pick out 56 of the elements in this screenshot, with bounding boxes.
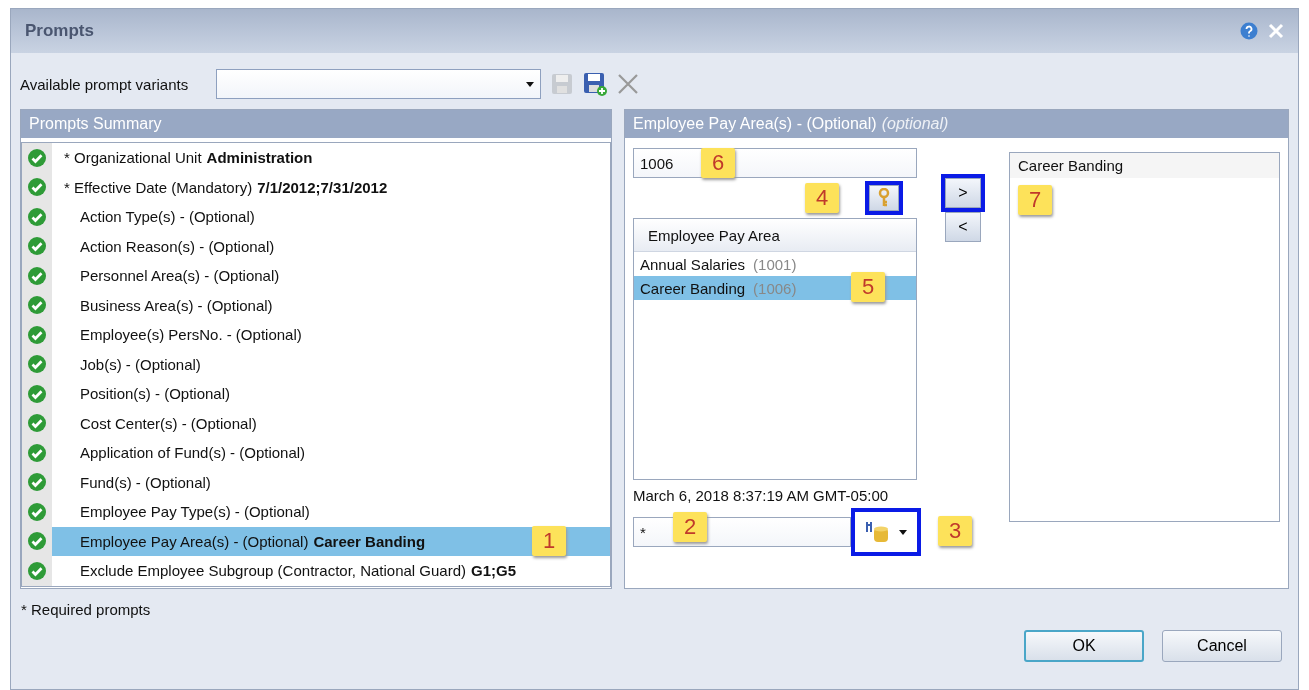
prompt-row[interactable]: Employee Pay Type(s) - (Optional) bbox=[52, 497, 610, 527]
callout-badge: 6 bbox=[701, 148, 735, 178]
prompt-row[interactable]: * Effective Date (Mandatory) 7/1/2012;7/31/2012 bbox=[52, 172, 610, 202]
prompt-row[interactable]: Position(s) - (Optional) bbox=[52, 379, 610, 409]
prompt-row[interactable]: Personnel Area(s) - (Optional) bbox=[52, 261, 610, 291]
prompt-row[interactable]: Business Area(s) - (Optional) bbox=[52, 290, 610, 320]
help-icon[interactable] bbox=[1240, 22, 1258, 40]
prompt-row[interactable]: Action Reason(s) - (Optional) bbox=[52, 231, 610, 261]
callout-badge: 1 bbox=[532, 525, 566, 556]
check-icon bbox=[28, 532, 46, 551]
delete-icon[interactable] bbox=[617, 73, 640, 95]
check-icon bbox=[28, 384, 46, 403]
check-icon bbox=[28, 355, 46, 374]
optional-note: (optional) bbox=[881, 115, 949, 133]
variants-dropdown[interactable] bbox=[216, 69, 542, 99]
save-icon[interactable] bbox=[551, 73, 574, 95]
check-icon bbox=[28, 414, 46, 433]
callout-badge: 5 bbox=[851, 272, 885, 302]
check-icon bbox=[28, 473, 46, 492]
prompt-row[interactable]: Action Type(s) - (Optional) bbox=[52, 202, 610, 232]
check-icon bbox=[28, 207, 46, 226]
check-icon bbox=[28, 148, 46, 167]
prompt-row[interactable]: Application of Fund(s) - (Optional) bbox=[52, 438, 610, 468]
panel-header: Prompts Summary bbox=[21, 110, 611, 138]
panel-title: Employee Pay Area(s) - (Optional) bbox=[633, 115, 877, 133]
prompt-row[interactable]: Cost Center(s) - (Optional) bbox=[52, 408, 610, 438]
prompt-row[interactable]: * Organizational Unit Administration bbox=[52, 143, 610, 173]
window-title: Prompts bbox=[25, 21, 95, 41]
timestamp-text: March 6, 2018 8:37:19 AM GMT-05:00 bbox=[633, 486, 890, 506]
callout-badge: 4 bbox=[805, 183, 839, 213]
check-icon bbox=[28, 502, 46, 521]
prompt-row[interactable]: Job(s) - (Optional) bbox=[52, 349, 610, 379]
close-icon[interactable] bbox=[1268, 23, 1284, 39]
check-icon bbox=[28, 325, 46, 344]
prompt-row[interactable]: Exclude Employee Subgroup (Contractor, National Guard) G1;G5 bbox=[52, 556, 610, 586]
callout-badge: 3 bbox=[938, 516, 972, 546]
check-icon bbox=[28, 443, 46, 462]
callout-badge: 7 bbox=[1018, 185, 1052, 215]
prompt-row[interactable]: Employee(s) PersNo. - (Optional) bbox=[52, 320, 610, 350]
check-icon bbox=[28, 178, 46, 197]
variants-label: Available prompt variants bbox=[20, 75, 189, 93]
caret-icon bbox=[526, 81, 535, 87]
dialog-button[interactable]: Cancel bbox=[1162, 630, 1282, 662]
save-as-icon[interactable] bbox=[583, 72, 608, 96]
key-icon bbox=[878, 188, 890, 208]
check-icon bbox=[28, 237, 46, 256]
caret-icon bbox=[899, 529, 908, 535]
list-item[interactable]: Career Banding bbox=[1010, 153, 1279, 178]
callout-badge: 2 bbox=[673, 512, 707, 542]
check-icon bbox=[28, 266, 46, 285]
check-icon bbox=[28, 296, 46, 315]
prompt-row[interactable]: Fund(s) - (Optional) bbox=[52, 467, 610, 497]
footnote-text: * Required prompts bbox=[20, 600, 152, 620]
dialog-button[interactable]: OK bbox=[1024, 630, 1144, 662]
move-button[interactable]: < bbox=[945, 212, 981, 242]
check-icon bbox=[28, 561, 46, 580]
